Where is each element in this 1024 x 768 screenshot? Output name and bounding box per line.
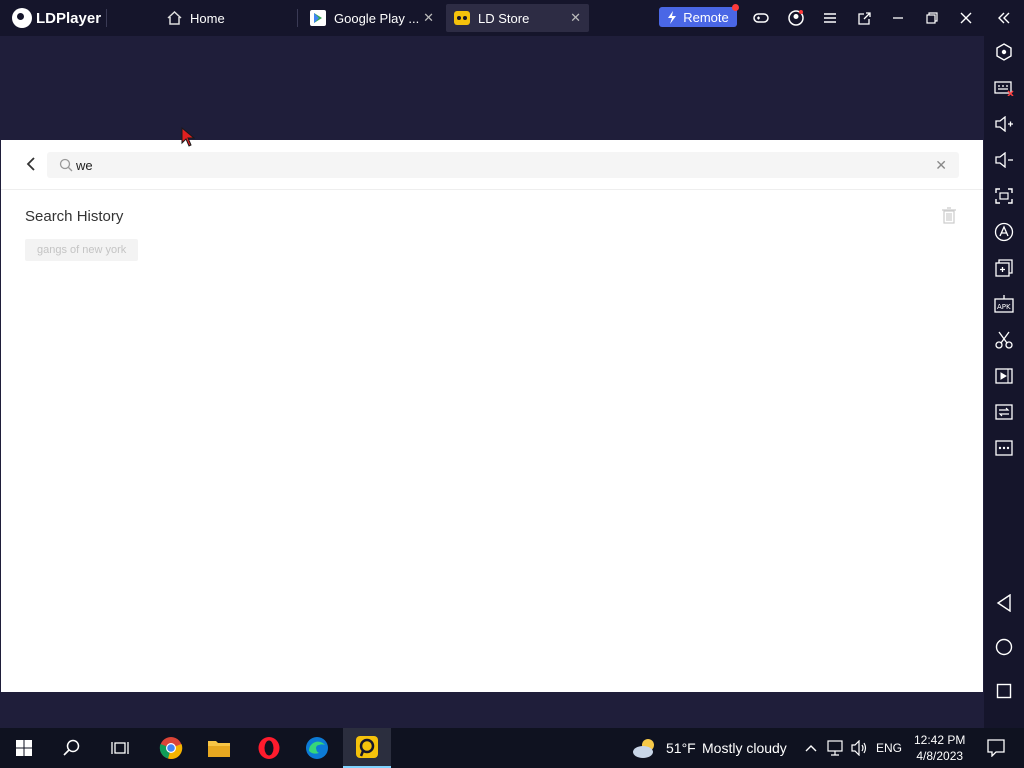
tab-google-play[interactable]: Google Play ... ✕ xyxy=(302,4,442,32)
remote-label: Remote xyxy=(683,9,729,25)
title-bar: LDPlayer Home Google Play ... ✕ LD Store… xyxy=(0,0,1024,36)
android-back-icon[interactable] xyxy=(994,593,1014,613)
divider xyxy=(297,9,298,27)
account-icon[interactable] xyxy=(787,9,805,27)
volume-down-icon[interactable] xyxy=(994,150,1014,170)
opera-icon[interactable] xyxy=(245,728,293,768)
ldplayer-taskbar-icon[interactable] xyxy=(343,728,391,768)
search-icon[interactable] xyxy=(48,728,96,768)
minimize-icon[interactable] xyxy=(889,9,907,27)
tab-label: Home xyxy=(190,10,225,26)
windows-start-icon[interactable] xyxy=(0,728,48,768)
collapse-sidebar-icon[interactable] xyxy=(995,9,1013,27)
clear-icon[interactable]: ✕ xyxy=(935,157,947,174)
back-arrow-icon[interactable] xyxy=(23,155,39,173)
clock-time: 12:42 PM xyxy=(914,733,966,747)
apk-install-icon[interactable]: APK xyxy=(994,294,1014,314)
menu-icon[interactable] xyxy=(821,9,839,27)
volume-up-icon[interactable] xyxy=(994,114,1014,134)
trash-icon[interactable] xyxy=(941,206,957,224)
search-input[interactable] xyxy=(76,156,876,174)
search-field[interactable]: ✕ xyxy=(47,152,959,178)
fullscreen-icon[interactable] xyxy=(994,186,1014,206)
edge-icon[interactable] xyxy=(293,728,341,768)
notification-dot xyxy=(732,4,739,11)
remote-button[interactable]: Remote xyxy=(659,4,739,27)
divider xyxy=(106,9,107,27)
clock-date: 4/8/2023 xyxy=(916,749,964,763)
bolt-icon xyxy=(668,10,677,24)
gamepad-icon[interactable] xyxy=(752,9,770,27)
settings-hexagon-icon[interactable] xyxy=(994,42,1014,62)
ldplayer-logo-icon xyxy=(12,8,32,28)
volume-icon[interactable] xyxy=(848,728,870,768)
search-icon xyxy=(59,158,73,172)
ld-store-search-screen: ✕ Search History gangs of new york xyxy=(1,140,983,692)
app-logo: LDPlayer xyxy=(12,7,101,29)
tab-label: LD Store xyxy=(478,10,530,26)
tab-label: Google Play ... xyxy=(334,10,420,26)
tab-ld-store[interactable]: LD Store ✕ xyxy=(446,4,589,32)
close-icon[interactable]: ✕ xyxy=(570,10,581,26)
add-instance-icon[interactable] xyxy=(994,258,1014,278)
search-bar: ✕ xyxy=(1,140,983,190)
history-item[interactable]: gangs of new york xyxy=(25,239,139,261)
sync-icon[interactable] xyxy=(994,402,1014,422)
windows-taskbar: 51°F Mostly cloudy ENG 12:42 PM 4/8/2023 xyxy=(0,728,1024,768)
emulator-area: ✕ Search History gangs of new york xyxy=(0,36,984,728)
home-icon xyxy=(166,10,182,26)
svg-text:APK: APK xyxy=(997,303,1011,311)
close-window-icon[interactable] xyxy=(957,9,975,27)
right-toolbar: APK xyxy=(984,36,1024,728)
google-play-icon xyxy=(310,10,326,26)
mouse-cursor-icon xyxy=(181,126,196,147)
task-view-icon[interactable] xyxy=(96,728,144,768)
operation-record-icon[interactable] xyxy=(994,222,1014,242)
more-icon[interactable] xyxy=(994,438,1014,458)
notification-icon[interactable] xyxy=(976,728,1016,768)
weather-description[interactable]: Mostly cloudy xyxy=(702,740,787,756)
scissors-icon[interactable] xyxy=(994,330,1014,350)
tab-home[interactable]: Home xyxy=(158,4,294,32)
file-explorer-icon[interactable] xyxy=(195,728,243,768)
android-recents-icon[interactable] xyxy=(994,681,1014,701)
video-record-icon[interactable] xyxy=(994,366,1014,386)
keyboard-icon[interactable] xyxy=(994,78,1014,98)
language-indicator[interactable]: ENG xyxy=(876,741,902,755)
ld-store-icon xyxy=(454,10,470,26)
weather-temp[interactable]: 51°F xyxy=(666,740,696,756)
search-history-title: Search History xyxy=(25,208,124,225)
app-name: LDPlayer xyxy=(36,9,102,27)
weather-cloudy-icon[interactable] xyxy=(627,728,663,768)
network-icon[interactable] xyxy=(824,728,846,768)
android-home-icon[interactable] xyxy=(994,637,1014,657)
chevron-up-icon[interactable] xyxy=(802,728,820,768)
popout-icon[interactable] xyxy=(855,9,873,27)
clock[interactable]: 12:42 PM 4/8/2023 xyxy=(914,732,965,764)
restore-icon[interactable] xyxy=(923,9,941,27)
chrome-icon[interactable] xyxy=(147,728,195,768)
close-icon[interactable]: ✕ xyxy=(423,10,434,26)
